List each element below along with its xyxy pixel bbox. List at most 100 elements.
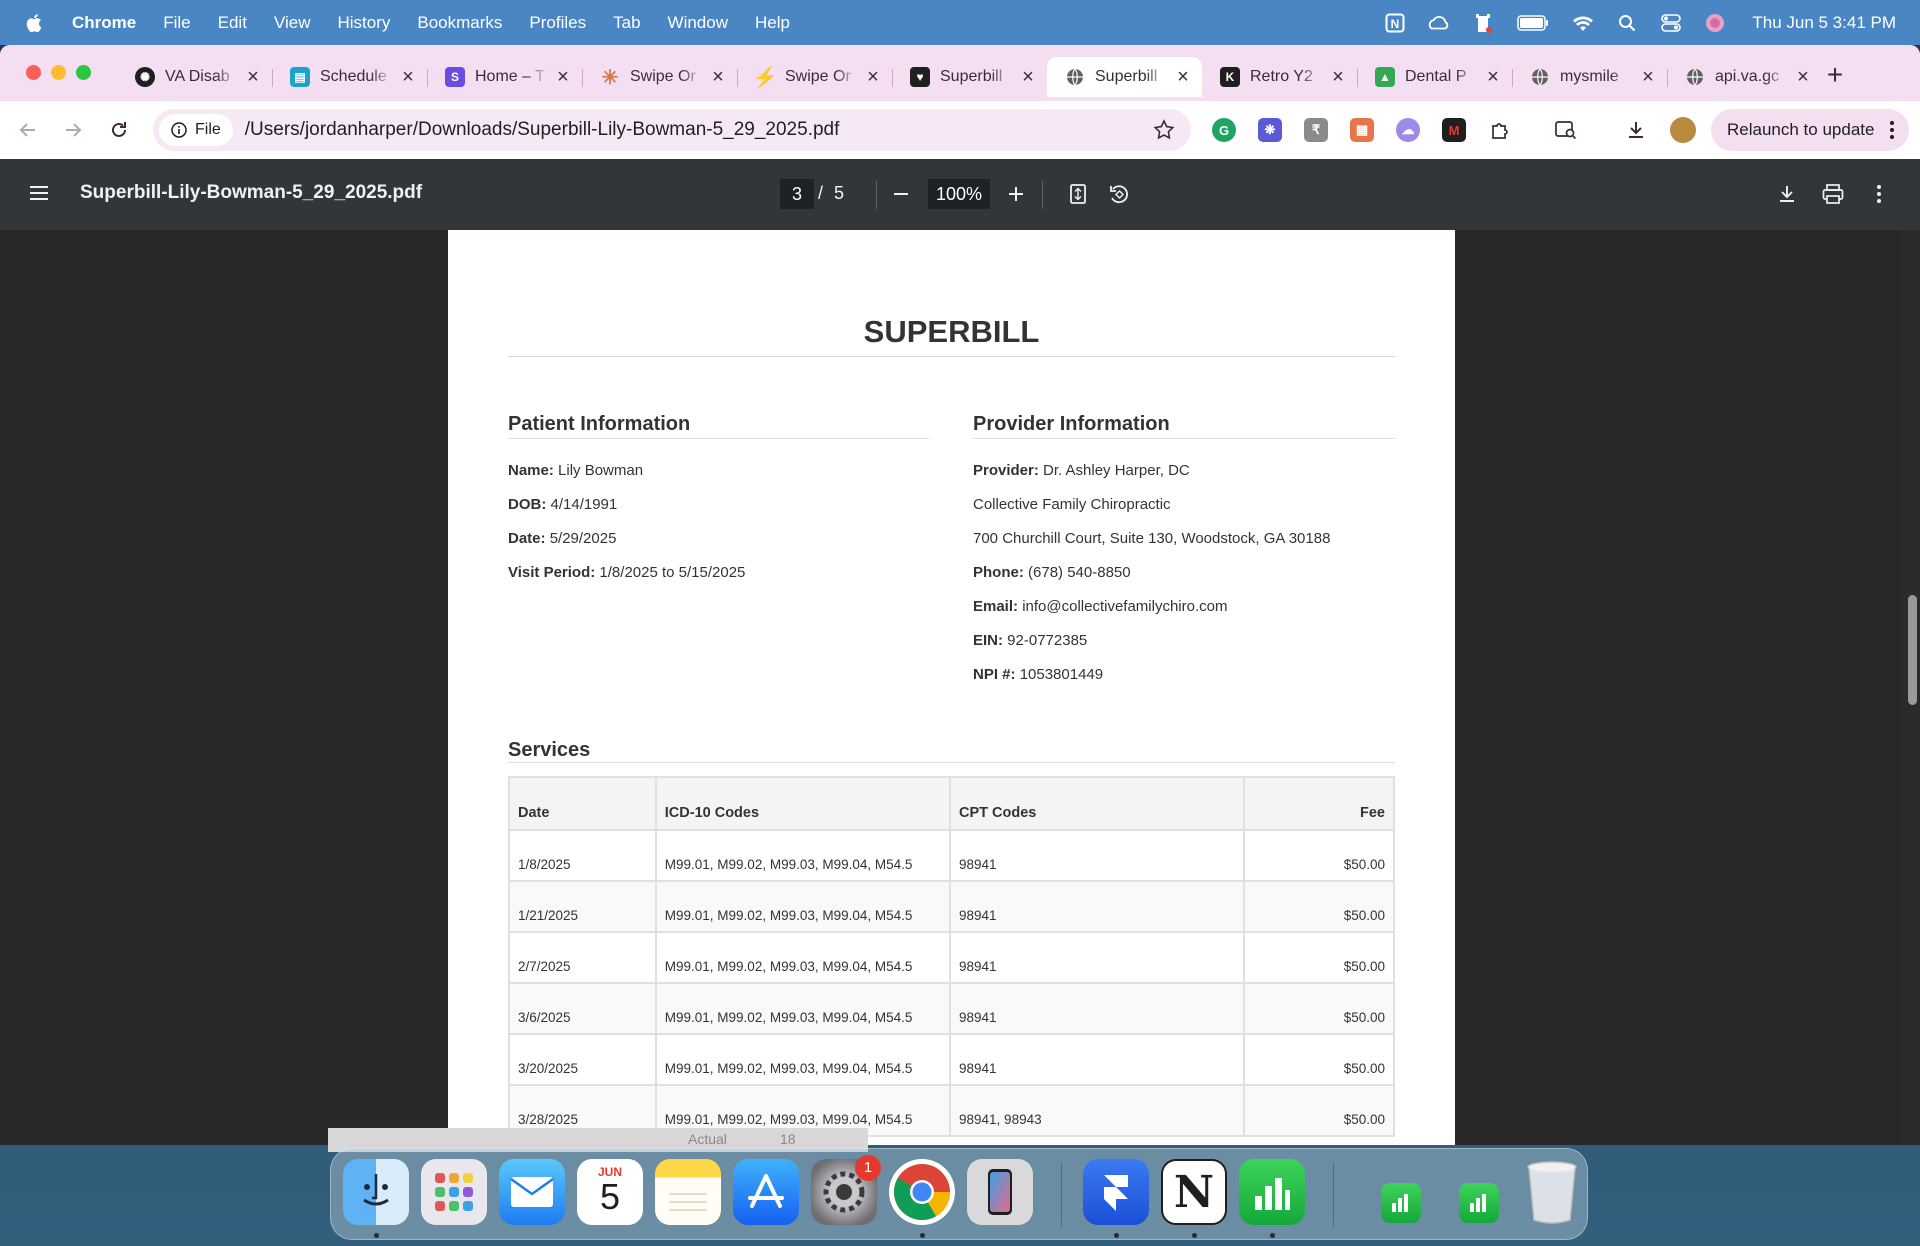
control-center-icon[interactable] <box>1660 12 1682 34</box>
numbers-document-icon[interactable] <box>1381 1183 1421 1223</box>
rupee-extension-icon[interactable]: ₹ <box>1304 118 1328 142</box>
url-text[interactable]: /Users/jordanharper/Downloads/Superbill-… <box>245 119 840 141</box>
menu-icon[interactable] <box>28 183 50 203</box>
puzzle-grid-extension-icon[interactable]: ▦ <box>1350 118 1374 142</box>
system-settings-icon[interactable]: 1 <box>811 1155 881 1225</box>
siri-icon[interactable] <box>1704 12 1726 34</box>
download-icon[interactable] <box>1774 181 1800 207</box>
menu-file[interactable]: File <box>163 13 190 33</box>
provider-phone-field: Phone: (678) 540-8850 <box>973 564 1131 581</box>
tab-retro-y2k[interactable]: K Retro Y2 × <box>1202 57 1357 97</box>
menu-help[interactable]: Help <box>755 13 790 33</box>
numbers-icon[interactable] <box>1239 1159 1305 1225</box>
zoom-in-icon[interactable] <box>1003 181 1029 207</box>
tab-mysmile[interactable]: mysmile × <box>1512 57 1667 97</box>
launchpad-icon[interactable] <box>421 1159 487 1225</box>
menu-tab[interactable]: Tab <box>613 13 640 33</box>
trash-icon[interactable] <box>1519 1159 1585 1225</box>
minimize-window-button[interactable] <box>51 65 66 80</box>
close-window-button[interactable] <box>26 65 41 80</box>
zoom-out-icon[interactable] <box>888 181 914 207</box>
m-extension-icon[interactable]: M <box>1442 118 1466 142</box>
new-tab-button[interactable]: + <box>1818 59 1852 93</box>
menu-bookmarks[interactable]: Bookmarks <box>417 13 502 33</box>
address-bar[interactable]: File /Users/jordanharper/Downloads/Super… <box>153 109 1191 151</box>
menu-profiles[interactable]: Profiles <box>529 13 586 33</box>
extensions-puzzle-icon[interactable] <box>1488 118 1512 142</box>
close-tab-icon[interactable]: × <box>1019 66 1037 89</box>
forward-arrow-icon[interactable] <box>58 115 88 145</box>
tab-schedule[interactable]: ▤ Schedule × <box>272 57 427 97</box>
tab-api-va[interactable]: api.va.gc × <box>1667 57 1822 97</box>
site-info-chip[interactable]: File <box>159 114 233 146</box>
close-tab-icon[interactable]: × <box>709 66 727 89</box>
tab-home[interactable]: S Home – T × <box>427 57 582 97</box>
print-icon[interactable] <box>1820 181 1846 207</box>
notion-icon[interactable]: N <box>1161 1159 1227 1225</box>
finder-icon[interactable] <box>343 1159 409 1225</box>
notes-icon[interactable] <box>655 1159 721 1225</box>
cloud-sync-icon[interactable] <box>1428 12 1450 34</box>
pdf-viewer[interactable]: SUPERBILL Patient Information Name: Lily… <box>0 230 1920 1145</box>
table-row: 3/20/2025 M99.01, M99.02, M99.03, M99.04… <box>508 1033 1395 1086</box>
framer-icon[interactable] <box>1083 1159 1149 1225</box>
flower-extension-icon[interactable]: ❋ <box>1258 118 1282 142</box>
scrollbar-thumb[interactable] <box>1908 595 1917 705</box>
tab-dental[interactable]: ▲ Dental P × <box>1357 57 1512 97</box>
wifi-icon[interactable] <box>1572 12 1594 34</box>
grammarly-extension-icon[interactable]: G <box>1212 118 1236 142</box>
pdf-page: SUPERBILL Patient Information Name: Lily… <box>448 230 1455 1145</box>
icd10-cell: M99.01, M99.02, M99.03, M99.04, M54.5 <box>654 982 952 1035</box>
battery-icon[interactable] <box>1516 12 1550 34</box>
menu-edit[interactable]: Edit <box>218 13 247 33</box>
relaunch-to-update-button[interactable]: Relaunch to update <box>1711 109 1909 151</box>
bookmark-star-icon[interactable] <box>1153 119 1175 141</box>
close-tab-icon[interactable]: × <box>864 66 882 89</box>
back-arrow-icon[interactable] <box>13 115 43 145</box>
menu-view[interactable]: View <box>274 13 311 33</box>
app-store-icon[interactable] <box>733 1159 799 1225</box>
calendar-icon[interactable]: JUN 5 <box>577 1159 643 1225</box>
zoom-input[interactable]: 100% <box>928 179 990 209</box>
close-tab-icon[interactable]: × <box>399 66 417 89</box>
close-tab-icon[interactable]: × <box>1639 66 1657 89</box>
numbers-document-icon[interactable] <box>1459 1183 1499 1223</box>
close-tab-icon[interactable]: × <box>1484 66 1502 89</box>
table-row: 3/6/2025 M99.01, M99.02, M99.03, M99.04,… <box>508 982 1395 1035</box>
close-tab-icon[interactable]: × <box>1174 66 1192 89</box>
cloud-extension-icon[interactable]: ☁ <box>1396 118 1420 142</box>
notion-status-icon[interactable]: N <box>1384 12 1406 34</box>
profile-avatar[interactable] <box>1670 117 1696 143</box>
close-tab-icon[interactable]: × <box>244 66 262 89</box>
reload-icon[interactable] <box>104 115 134 145</box>
tab-superbill-heart[interactable]: ♥ Superbill × <box>892 57 1047 97</box>
fullscreen-window-button[interactable] <box>76 65 91 80</box>
page-number-input[interactable]: 3 <box>780 179 814 209</box>
spotlight-search-icon[interactable] <box>1616 12 1638 34</box>
tab-superbill-active[interactable]: Superbill × <box>1047 57 1202 97</box>
tab-search-icon[interactable] <box>1554 118 1578 142</box>
tab-va-disability[interactable]: ✺ VA Disab × <box>117 57 272 97</box>
mail-icon[interactable] <box>499 1159 565 1225</box>
menu-history[interactable]: History <box>337 13 390 33</box>
menu-window[interactable]: Window <box>668 13 728 33</box>
castle-status-icon[interactable] <box>1472 12 1494 34</box>
more-vertical-icon <box>1890 121 1894 139</box>
close-tab-icon[interactable]: × <box>1329 66 1347 89</box>
scrollbar-track[interactable] <box>1903 230 1920 1145</box>
downloads-icon[interactable] <box>1624 118 1648 142</box>
apple-logo-icon[interactable] <box>24 12 46 34</box>
close-tab-icon[interactable]: × <box>1794 66 1812 89</box>
chrome-icon[interactable] <box>889 1159 955 1225</box>
close-tab-icon[interactable]: × <box>554 66 572 89</box>
rotate-icon[interactable] <box>1106 181 1132 207</box>
more-options-icon[interactable] <box>1866 181 1892 207</box>
menu-app-name[interactable]: Chrome <box>72 13 136 33</box>
table-header-row: Date ICD-10 Codes CPT Codes Fee <box>508 776 1395 831</box>
tab-swipe-claude[interactable]: ✳ Swipe Or × <box>582 57 737 97</box>
menu-clock[interactable]: Thu Jun 5 3:41 PM <box>1752 13 1896 33</box>
fit-page-icon[interactable] <box>1065 181 1091 207</box>
tab-swipe-bolt[interactable]: ⚡ Swipe Or × <box>737 57 892 97</box>
iphone-mirroring-icon[interactable] <box>967 1159 1033 1225</box>
practice-address-field: 700 Churchill Court, Suite 130, Woodstoc… <box>973 530 1331 547</box>
